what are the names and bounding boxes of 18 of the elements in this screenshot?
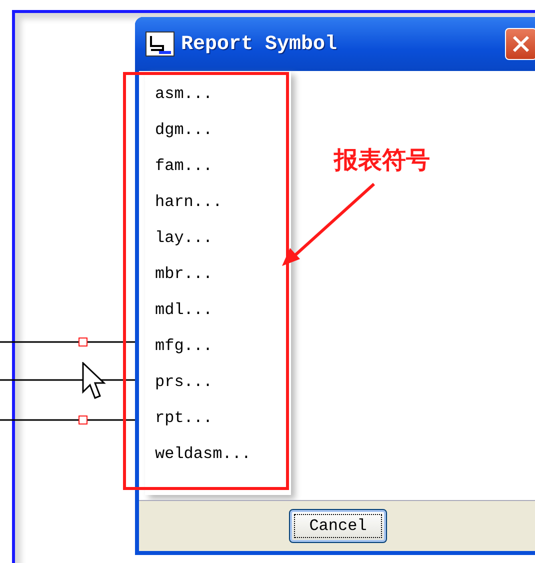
cursor-icon [82,362,106,402]
menu-item[interactable]: mdl... [145,301,291,337]
menu-item[interactable]: fam... [145,157,291,193]
menu-item[interactable]: prs... [145,373,291,409]
app-icon [145,31,175,57]
menu-item[interactable]: mfg... [145,337,291,373]
menu-item[interactable]: harn... [145,193,291,229]
cancel-button[interactable]: Cancel [289,509,387,543]
annotation-label: 报表符号 [334,145,430,176]
close-icon [512,35,530,53]
menu-item[interactable]: dgm... [145,121,291,157]
menu-item[interactable]: weldasm... [145,445,291,481]
menu-item[interactable]: rpt... [145,409,291,445]
menu-item[interactable]: lay... [145,229,291,265]
window-title: Report Symbol [181,32,338,56]
menu-item[interactable]: asm... [145,85,291,121]
close-button[interactable] [505,28,535,60]
menu-item[interactable]: mbr... [145,265,291,301]
